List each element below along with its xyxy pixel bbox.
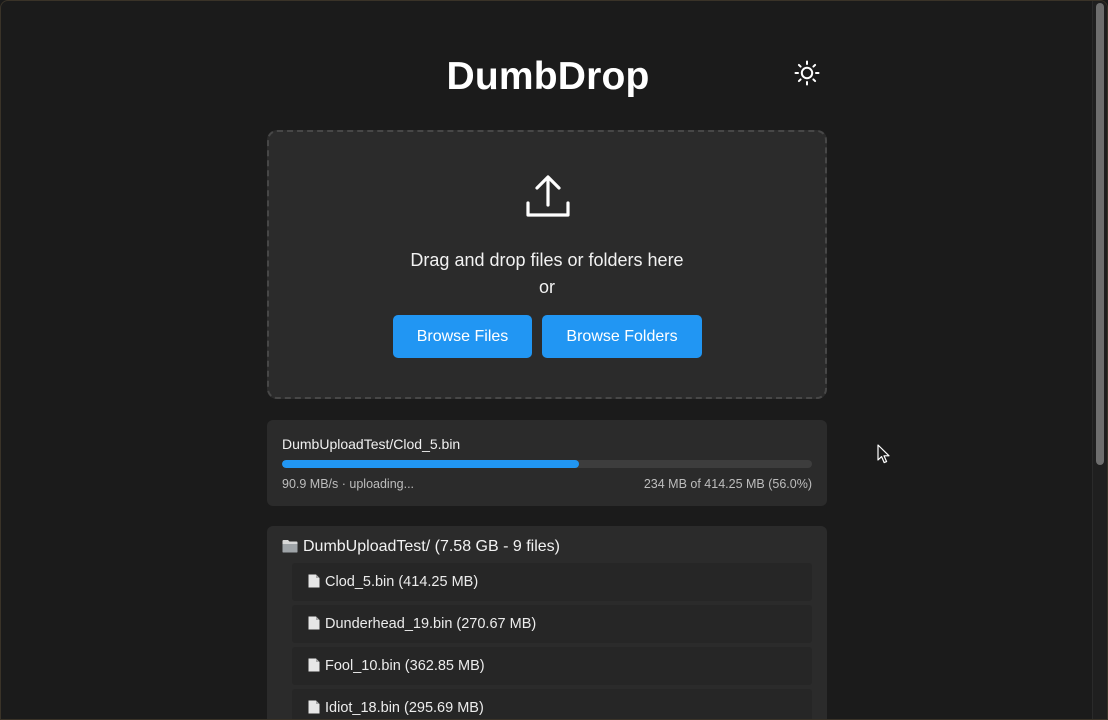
- file-list-item: Fool_10.bin (362.85 MB): [292, 647, 812, 685]
- browse-files-button[interactable]: Browse Files: [393, 315, 532, 358]
- header: DumbDrop: [1, 51, 1095, 107]
- upload-size-text: 234 MB of 414.25 MB (56.0%): [643, 477, 812, 491]
- file-list-card: DumbUploadTest/ (7.58 GB - 9 files) Clod…: [267, 526, 827, 719]
- sun-icon: [794, 60, 820, 86]
- mouse-cursor-icon: [877, 444, 890, 464]
- upload-status: 90.9 MB/s · uploading...: [282, 477, 415, 491]
- app-window: DumbDrop Drag and drop files or folders …: [0, 0, 1108, 720]
- file-name: Dunderhead_19.bin (270.67 MB): [325, 616, 537, 632]
- file-name: Fool_10.bin (362.85 MB): [325, 658, 485, 674]
- file-list-item: Clod_5.bin (414.25 MB): [292, 563, 812, 601]
- progress-bar-fill: [282, 460, 579, 468]
- dropzone[interactable]: Drag and drop files or folders here or B…: [267, 130, 827, 399]
- folder-label: DumbUploadTest/ (7.58 GB - 9 files): [303, 538, 560, 555]
- folder-icon: [282, 540, 298, 553]
- upload-progress-card: DumbUploadTest/Clod_5.bin 90.9 MB/s · up…: [267, 420, 827, 506]
- theme-toggle-button[interactable]: [793, 59, 821, 87]
- scrollbar[interactable]: [1092, 1, 1107, 719]
- file-icon: [308, 616, 320, 630]
- dropzone-instruction: Drag and drop files or folders here: [410, 250, 684, 270]
- app-title: DumbDrop: [446, 55, 650, 98]
- upload-filename: DumbUploadTest/Clod_5.bin: [282, 436, 461, 452]
- file-icon: [308, 700, 320, 714]
- file-icon: [308, 658, 320, 672]
- file-name: Idiot_18.bin (295.69 MB): [325, 700, 484, 716]
- file-name: Clod_5.bin (414.25 MB): [325, 574, 479, 590]
- file-list-item: Dunderhead_19.bin (270.67 MB): [292, 605, 812, 643]
- file-icon: [308, 574, 320, 588]
- upload-icon: [526, 175, 570, 217]
- dropzone-or-text: or: [538, 277, 555, 297]
- file-list: Clod_5.bin (414.25 MB) Dunderhead_19.bin…: [292, 563, 812, 719]
- scrollbar-thumb[interactable]: [1096, 3, 1104, 465]
- file-list-item: Idiot_18.bin (295.69 MB): [292, 689, 812, 719]
- browse-folders-button[interactable]: Browse Folders: [542, 315, 702, 358]
- progress-bar: [282, 460, 812, 468]
- folder-header: DumbUploadTest/ (7.58 GB - 9 files): [282, 538, 560, 556]
